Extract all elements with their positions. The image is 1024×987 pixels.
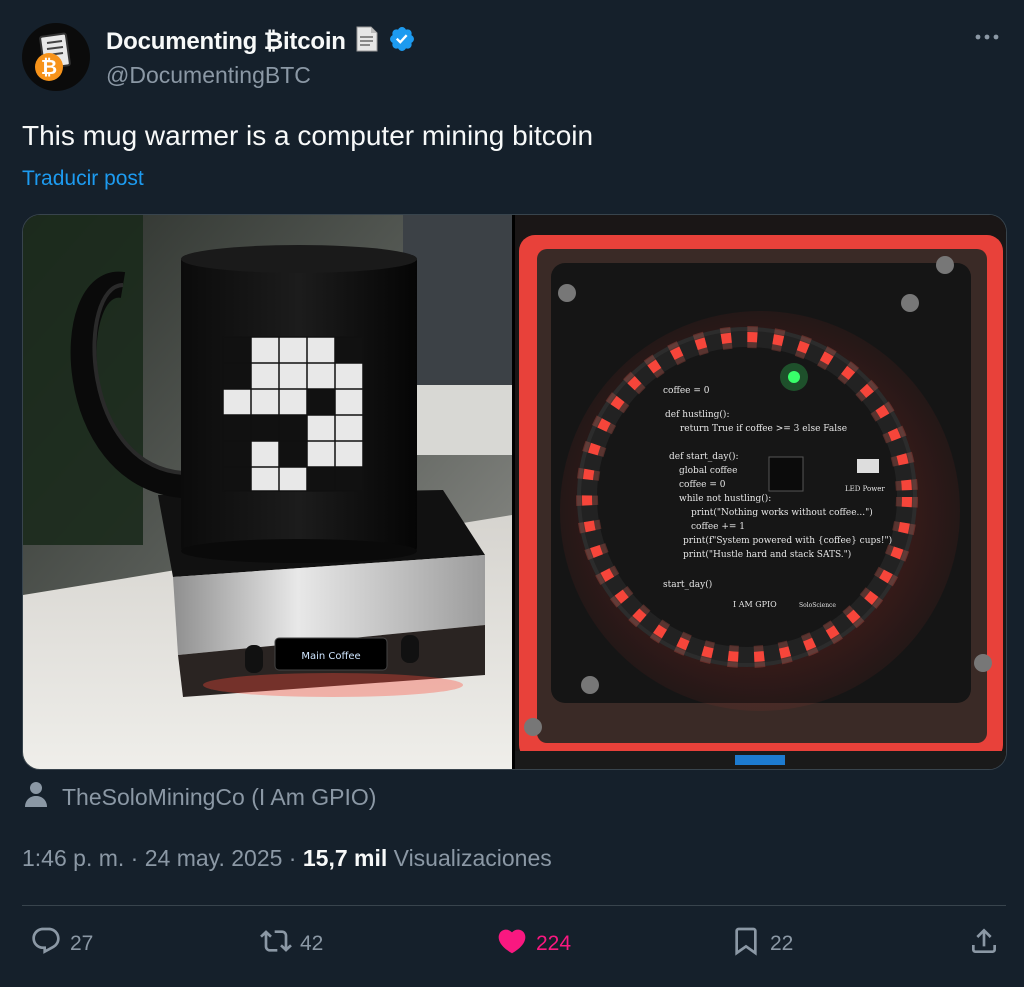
like-button[interactable]: 224	[496, 925, 571, 963]
pcb-code-line: def hustling():	[665, 409, 729, 420]
author-avatar[interactable]: ₿	[22, 23, 90, 91]
more-options-icon[interactable]	[972, 22, 1002, 52]
pcb-code-line: start_day()	[663, 579, 712, 590]
meta-separator: ·	[130, 845, 139, 871]
pcb-code-line: print("Hustle hard and stack SATS.")	[683, 549, 851, 560]
pcb-code-line: def start_day():	[669, 451, 739, 462]
bookmark-icon	[730, 925, 762, 963]
repost-icon	[260, 925, 292, 963]
share-icon	[968, 925, 1000, 963]
reply-icon	[30, 925, 62, 963]
reply-button[interactable]: 27	[30, 925, 93, 963]
document-icon	[354, 25, 380, 58]
translate-post-link[interactable]: Traducir post	[22, 167, 144, 191]
pcb-label-brand2: SoloScience	[799, 602, 836, 609]
media-gallery: Main Coffee coffee = 0 def hustling(): r…	[22, 214, 1007, 770]
pcb-label-brand: I AM GPIO	[733, 600, 777, 609]
verified-badge-icon[interactable]	[388, 25, 416, 58]
post-time[interactable]: 1:46 p. m.	[22, 845, 124, 871]
person-icon	[22, 780, 50, 814]
post-meta: 1:46 p. m. · 24 may. 2025 · 15,7 mil Vis…	[22, 845, 552, 872]
media-credit[interactable]: TheSoloMiningCo (I Am GPIO)	[22, 780, 376, 814]
bookmark-count: 22	[770, 932, 794, 955]
like-count: 224	[536, 932, 572, 955]
author-handle[interactable]: @DocumentingBTC	[106, 62, 311, 89]
divider	[22, 905, 1006, 906]
meta-separator: ·	[288, 845, 297, 871]
reply-count: 27	[70, 932, 94, 955]
share-button[interactable]	[968, 925, 1000, 963]
repost-count: 42	[300, 932, 324, 955]
pcb-code-line: global coffee	[679, 466, 737, 476]
photo-mug-warmer[interactable]: Main Coffee	[23, 215, 512, 769]
pcb-code-line: print("Nothing works without coffee...")	[691, 507, 873, 518]
author-name[interactable]: Documenting ₿itcoin	[106, 28, 346, 56]
pcb-code-line: coffee = 0	[679, 480, 726, 490]
post-text: This mug warmer is a computer mining bit…	[22, 120, 594, 151]
pcb-code-line: return True if coffee >= 3 else False	[680, 424, 847, 434]
repost-button[interactable]: 42	[260, 925, 323, 963]
warmer-screen-label: Main Coffee	[301, 651, 360, 662]
views-count: 15,7 mil	[302, 845, 388, 871]
pcb-label-led-power: LED Power	[845, 485, 885, 493]
svg-text:₿: ₿	[41, 55, 57, 79]
action-bar: 27 42 224 22	[22, 925, 1006, 971]
post-date[interactable]: 24 may. 2025	[145, 845, 283, 871]
heart-icon	[496, 925, 528, 963]
pcb-code-line: print(f"System powered with {coffee} cup…	[683, 535, 892, 546]
bitcoin-document-logo: ₿	[35, 32, 71, 81]
pcb-code-line: while not hustling():	[679, 493, 771, 504]
pcb-code-line: coffee = 0	[663, 386, 710, 396]
credit-text: TheSoloMiningCo (I Am GPIO)	[62, 783, 377, 810]
pcb-code-line: coffee += 1	[691, 522, 745, 532]
bookmark-button[interactable]: 22	[730, 925, 793, 963]
views-label: Visualizaciones	[393, 845, 552, 871]
photo-pcb-board[interactable]: coffee = 0 def hustling(): return True i…	[515, 215, 1006, 769]
